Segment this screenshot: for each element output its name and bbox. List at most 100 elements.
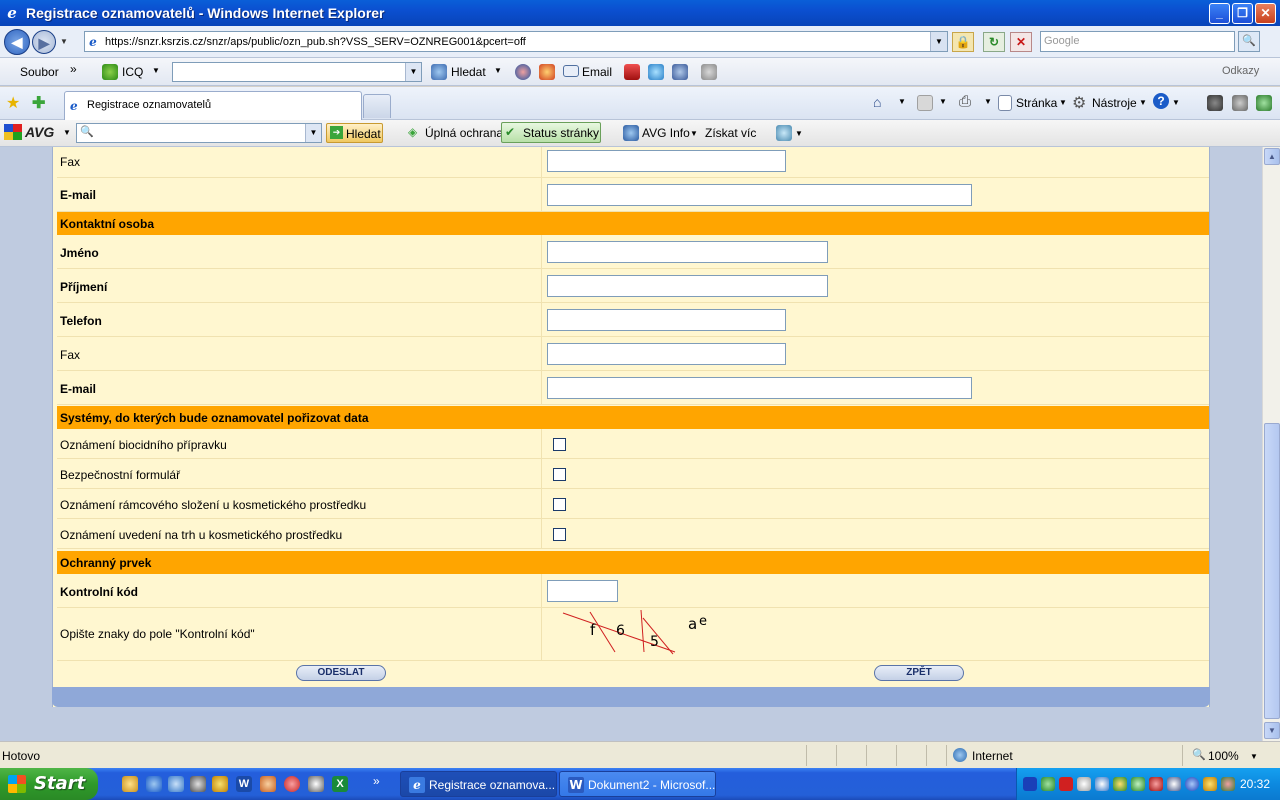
tools-icon[interactable]	[701, 64, 717, 80]
avg-search-input[interactable]: 🔍 ▼	[76, 123, 322, 143]
task-word[interactable]: W Dokument2 - Microsof...	[559, 771, 716, 797]
address-bar[interactable]: e https://snzr.ksrzis.cz/snzr/aps/public…	[84, 31, 948, 52]
forward-button[interactable]: ▶	[32, 29, 56, 54]
feeds-dropdown-icon[interactable]: ▼	[939, 97, 947, 106]
avg-info-button[interactable]: AVG Info	[642, 126, 690, 140]
quicklaunch-chevron[interactable]: »	[373, 774, 380, 788]
tray-icon[interactable]	[1221, 777, 1235, 791]
print-icon[interactable]: ⎙	[959, 93, 971, 110]
more-menus-chevron[interactable]: »	[70, 62, 77, 76]
email-input[interactable]	[547, 184, 972, 206]
app-quicklaunch-icon[interactable]	[260, 776, 276, 792]
home-icon[interactable]: ⌂	[873, 94, 881, 110]
shield-icon[interactable]	[624, 64, 640, 80]
media-quicklaunch-icon[interactable]	[190, 776, 206, 792]
jmeno-input[interactable]	[547, 241, 828, 263]
avg-search-dropdown-icon[interactable]: ▼	[305, 124, 321, 142]
ie-quicklaunch-icon[interactable]	[146, 776, 162, 792]
tray-icon[interactable]	[1131, 777, 1145, 791]
email-button[interactable]: Email	[582, 65, 612, 79]
weather-icon[interactable]	[648, 64, 664, 80]
avg-dropdown-icon[interactable]: ▼	[63, 128, 71, 137]
close-button[interactable]: ✕	[1255, 3, 1276, 24]
get-more-button[interactable]: Získat víc	[705, 126, 756, 140]
icq-dropdown-icon[interactable]: ▼	[152, 66, 160, 75]
network-icon[interactable]	[1149, 777, 1163, 791]
excel-quicklaunch-icon[interactable]: X	[332, 776, 348, 792]
telefon-input[interactable]	[547, 309, 786, 331]
hledat-button[interactable]: Hledat	[451, 65, 486, 79]
avg-info-dropdown-icon[interactable]: ▼	[690, 129, 698, 138]
page-menu[interactable]: Stránka	[1016, 96, 1057, 110]
zoom-dropdown-icon[interactable]: ▼	[1250, 752, 1258, 761]
scroll-thumb[interactable]	[1264, 423, 1280, 719]
add-favorite-icon[interactable]: ✚	[32, 93, 45, 113]
word-quicklaunch-icon[interactable]: W	[236, 776, 252, 792]
tools-dropdown-icon[interactable]: ▼	[1139, 98, 1147, 107]
zoom-level[interactable]: 100%	[1208, 749, 1239, 763]
refresh-button[interactable]: ↻	[983, 32, 1005, 52]
links-label[interactable]: Odkazy	[1222, 65, 1259, 77]
fax2-input[interactable]	[547, 343, 786, 365]
back-button-form[interactable]: ZPĚT	[874, 665, 964, 681]
favorites-star-icon[interactable]: ★	[6, 93, 20, 113]
page-status-button[interactable]: ✔ Status stránky	[501, 122, 601, 143]
back-button[interactable]: ◀	[4, 28, 30, 55]
tab-registrace[interactable]: e Registrace oznamovatelů	[64, 91, 362, 120]
tray-icon[interactable]	[1095, 777, 1109, 791]
system-checkbox[interactable]	[553, 498, 566, 511]
ati-icon[interactable]	[1059, 777, 1073, 791]
fax-input[interactable]	[547, 150, 786, 172]
system-checkbox[interactable]	[553, 438, 566, 451]
address-url[interactable]: https://snzr.ksrzis.cz/snzr/aps/public/o…	[105, 36, 526, 48]
icq-search-input[interactable]: ▼	[172, 62, 422, 82]
page-dropdown-icon[interactable]: ▼	[1059, 98, 1067, 107]
feeds-icon[interactable]	[917, 95, 933, 111]
volume-icon[interactable]	[1167, 777, 1181, 791]
full-protection-button[interactable]: Úplná ochrana	[425, 126, 503, 140]
hledat-dropdown-icon[interactable]: ▼	[494, 66, 502, 75]
address-dropdown-icon[interactable]: ▼	[930, 32, 947, 51]
prijmeni-input[interactable]	[547, 275, 828, 297]
folder-quicklaunch-icon[interactable]	[212, 776, 228, 792]
compass-icon[interactable]	[515, 64, 531, 80]
tray-icon[interactable]	[1203, 777, 1217, 791]
history-dropdown-icon[interactable]: ▼	[58, 37, 70, 46]
icq-button[interactable]: ICQ	[122, 65, 143, 79]
tray-icon[interactable]	[1113, 777, 1127, 791]
tray-icon[interactable]	[1077, 777, 1091, 791]
opera-quicklaunch-icon[interactable]	[284, 776, 300, 792]
quicklaunch-icon[interactable]	[122, 776, 138, 792]
help-icon[interactable]: ?	[1153, 93, 1169, 109]
new-tab-button[interactable]	[363, 94, 391, 118]
blog-icon[interactable]	[1232, 95, 1248, 111]
tool-icon[interactable]	[539, 64, 555, 80]
scroll-up-icon[interactable]: ▲	[1264, 148, 1280, 165]
refresh-avg-icon[interactable]	[776, 125, 792, 141]
tray-icon[interactable]	[1041, 777, 1055, 791]
search-button[interactable]: 🔍	[1238, 31, 1260, 52]
system-checkbox[interactable]	[553, 528, 566, 541]
zone-label[interactable]: Internet	[972, 749, 1013, 763]
bluetooth-icon[interactable]	[1185, 777, 1199, 791]
stop-button[interactable]: ✕	[1010, 32, 1032, 52]
vertical-scrollbar[interactable]: ▲ ▼	[1262, 147, 1280, 741]
menu-soubor[interactable]: Soubor	[20, 65, 59, 79]
avg-search-button[interactable]: ➔ Hledat	[326, 123, 383, 143]
search-input[interactable]: Google	[1040, 31, 1235, 52]
research-icon[interactable]	[1207, 95, 1223, 111]
home-dropdown-icon[interactable]: ▼	[898, 97, 906, 106]
system-checkbox[interactable]	[553, 468, 566, 481]
control-code-input[interactable]	[547, 580, 618, 602]
email2-input[interactable]	[547, 377, 972, 399]
tray-arrow-icon[interactable]	[1023, 777, 1037, 791]
task-ie[interactable]: e Registrace oznamova...	[400, 771, 557, 797]
submit-button[interactable]: ODESLAT	[296, 665, 386, 681]
avg-brand[interactable]: AVG	[25, 124, 54, 140]
combo-dropdown-icon[interactable]: ▼	[405, 63, 421, 81]
maximize-button[interactable]: ❐	[1232, 3, 1253, 24]
messenger-icon[interactable]	[672, 64, 688, 80]
search-quicklaunch-icon[interactable]	[168, 776, 184, 792]
print-dropdown-icon[interactable]: ▼	[984, 97, 992, 106]
lock-icon[interactable]: 🔒	[952, 32, 974, 52]
